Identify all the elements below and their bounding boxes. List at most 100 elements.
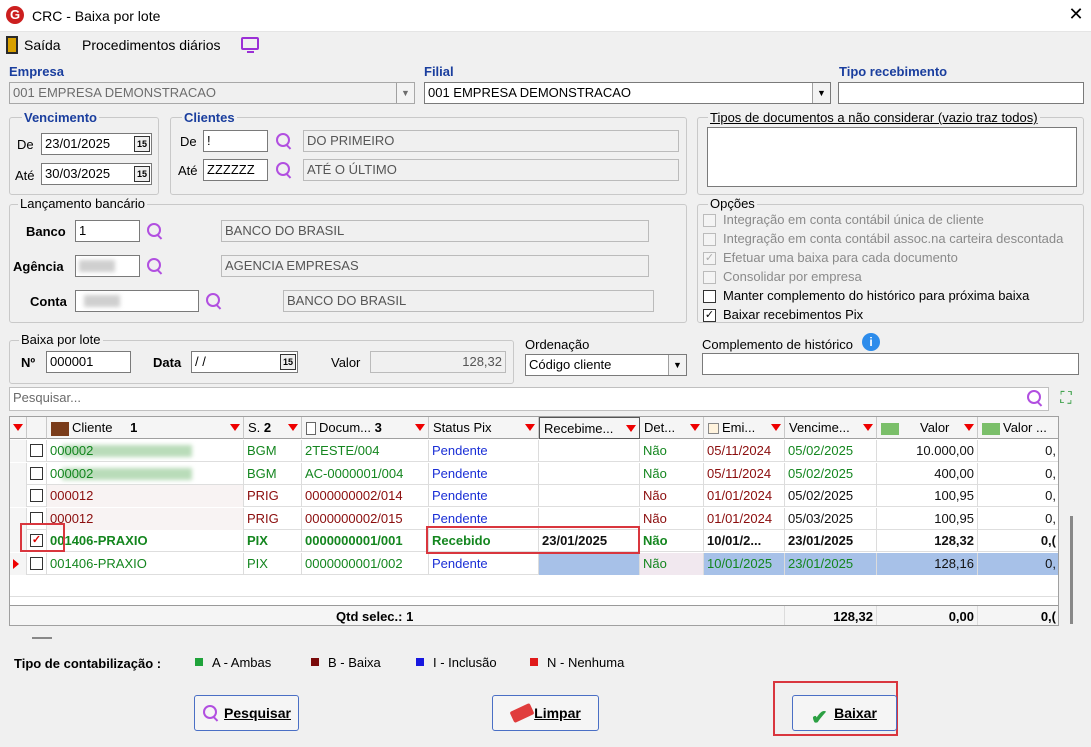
banco-input[interactable]: 1 [75,220,140,242]
calendar-icon[interactable]: 15 [280,354,296,370]
calendar-icon[interactable]: 15 [134,166,150,182]
clientes-group [170,117,687,195]
row-checkbox[interactable] [30,444,43,457]
blurred-value [84,295,120,307]
table-row[interactable]: 000002 BGM AC-0000001/004 Pendente Não 05/11/… [10,462,1058,485]
col-valor2[interactable]: Valor ... [978,417,1058,439]
cell-cliente: 000002 [47,462,244,485]
search-icon[interactable] [147,223,163,239]
menu-daily-procedures[interactable]: Procedimentos diários [82,37,221,53]
table-row[interactable]: 000012 PRIG 0000000002/014 Pendente Não 01/01… [10,485,1058,507]
chevron-down-icon[interactable]: ▼ [396,83,414,103]
menu-exit[interactable]: Saída [24,37,61,53]
pesquisar-button[interactable]: Pesquisar [194,695,299,731]
search-icon[interactable] [1027,390,1043,406]
venc-de-input[interactable]: 23/01/2025 15 [41,133,152,155]
filter-icon[interactable] [863,424,873,431]
legend-swatch [195,658,203,666]
row-checkbox[interactable] [30,466,43,480]
col-serie[interactable]: S. 2 [244,417,302,439]
row-checkbox[interactable] [30,556,43,570]
filter-icon[interactable] [230,424,240,431]
close-icon[interactable]: ✕ [1066,4,1086,25]
filial-select[interactable]: 001 EMPRESA DEMONSTRACAO ▼ [424,82,831,104]
cell-valor: 128,16 [877,552,978,575]
grid-hscroll[interactable] [32,637,52,639]
limpar-button[interactable]: Limpar [492,695,599,731]
app-logo-icon: G [6,6,24,24]
chevron-down-icon[interactable]: ▼ [668,355,686,375]
monitor-icon[interactable] [241,37,259,53]
option-checkbox[interactable] [703,233,716,246]
col-emissao[interactable]: Emi... [704,417,785,439]
cell-venc: 23/01/2025 [785,530,877,552]
ordenacao-select[interactable]: Código cliente ▼ [525,354,687,376]
filter-icon[interactable] [964,424,974,431]
cell-det: Não [640,507,704,530]
cell-venc: 05/02/2025 [785,440,877,462]
cell-s: PIX [244,530,302,552]
conta-input[interactable] [75,290,199,312]
col-detalhe[interactable]: Det... [640,417,704,439]
grid-scrollbar[interactable] [1070,516,1073,624]
baixa-n-input[interactable]: 000001 [46,351,131,373]
cell-valor2: 0,( [978,530,1058,552]
col-recebimento[interactable]: Recebime... [539,417,640,439]
search-icon[interactable] [206,293,222,309]
select-column-header[interactable] [27,417,47,439]
calendar-icon[interactable]: 15 [134,136,150,152]
filter-icon[interactable] [10,417,27,439]
search-icon[interactable] [147,258,163,274]
col-vencimento[interactable]: Vencime... [785,417,877,439]
option-checkbox[interactable]: ✓ [703,252,716,265]
agencia-input[interactable] [75,255,140,277]
filter-icon[interactable] [415,424,425,431]
row-select-cell [27,552,47,575]
col-status-pix[interactable]: Status Pix [429,417,539,439]
complemento-input[interactable] [702,353,1079,375]
search-icon[interactable] [276,133,292,149]
option-checkbox[interactable] [703,271,716,284]
venc-ate-input[interactable]: 30/03/2025 15 [41,163,152,185]
legend-swatch [530,658,538,666]
cell-det: Não [640,485,704,507]
filter-icon[interactable] [771,424,781,431]
option-checkbox[interactable] [703,214,716,227]
cli-ate-input[interactable]: ZZZZZZ [203,159,268,181]
search-input[interactable]: Pesquisar... [9,387,1049,411]
cell-emi: 10/01/2025 [704,552,785,575]
empresa-select[interactable]: 001 EMPRESA DEMONSTRACAO ▼ [9,82,415,104]
info-icon[interactable]: i [862,333,880,351]
tipos-docs-input[interactable] [707,127,1077,187]
table-row[interactable]: 000002 BGM 2TESTE/004 Pendente Não 05/11/2024… [10,440,1058,462]
expand-icon[interactable]: ⛶ [1056,390,1076,410]
baixar-button[interactable]: ✔ Baixar [792,695,897,731]
col-detalhe-label: Det... [644,420,676,435]
filial-label: Filial [424,64,454,79]
chevron-down-icon[interactable]: ▼ [812,83,830,103]
blurred-value [79,260,115,272]
option-checkbox[interactable]: ✓ [703,309,716,322]
tipo-recebimento-input[interactable] [838,82,1084,104]
option-checkbox[interactable] [703,290,716,303]
col-cliente[interactable]: Cliente 1 [47,417,244,439]
baixa-data-input[interactable]: / / 15 [191,351,298,373]
table-row[interactable]: 001406-PRAXIO PIX 0000000001/002 Pendente Nã… [10,552,1058,575]
window-title: CRC - Baixa por lote [32,8,161,24]
legend-title: Tipo de contabilização : [14,656,162,671]
venc-de-value: 23/01/2025 [45,136,111,151]
row-indicator [10,440,27,462]
row-checkbox[interactable] [30,489,43,502]
sort-order: 1 [130,420,138,435]
filter-icon[interactable] [690,424,700,431]
qtd-selecionada: Qtd selec.: 1 [306,606,785,625]
filter-icon[interactable] [626,425,636,432]
cell-valor2: 0, [978,508,1058,530]
filter-icon[interactable] [525,424,535,431]
filter-icon[interactable] [288,424,298,431]
cli-de-input[interactable]: ! [203,130,268,152]
search-icon[interactable] [276,162,292,178]
exit-icon[interactable] [6,36,18,54]
col-valor[interactable]: Valor [877,417,978,439]
col-documento[interactable]: Docum... 3 [302,417,429,439]
